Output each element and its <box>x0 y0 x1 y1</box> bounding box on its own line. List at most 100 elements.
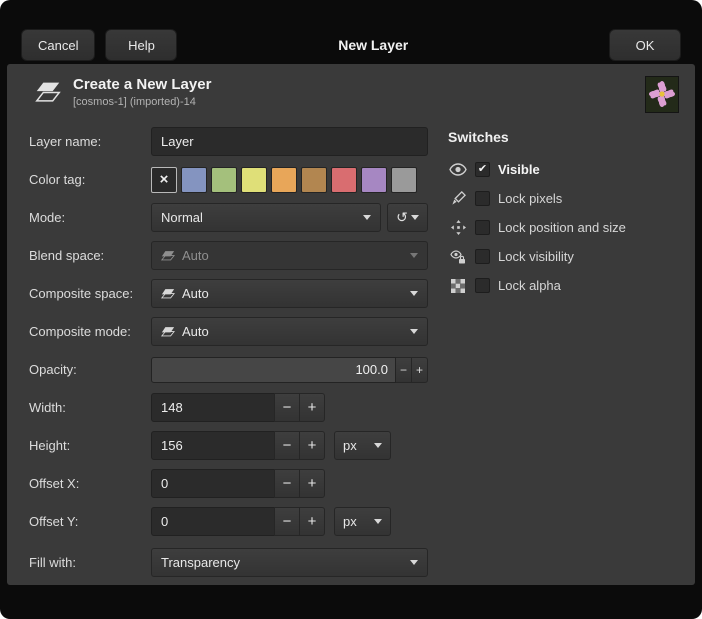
offset-y-input[interactable] <box>151 507 275 536</box>
switch-visible: ✔ Visible <box>448 155 679 184</box>
opacity-value: 100.0 <box>355 362 388 377</box>
lock-position-checkbox[interactable] <box>475 220 490 235</box>
chevron-down-icon <box>410 560 418 565</box>
offset-x-input[interactable] <box>151 469 275 498</box>
help-button[interactable]: Help <box>105 29 177 61</box>
composite-mode-value: Auto <box>182 324 402 339</box>
color-tag-gray[interactable] <box>391 167 417 193</box>
width-decrement-button[interactable]: − <box>274 393 300 422</box>
offset-unit-select[interactable]: px <box>334 507 391 536</box>
opacity-slider[interactable]: 100.0 <box>151 357 396 383</box>
size-unit-select[interactable]: px <box>334 431 391 460</box>
color-tag-label: Color tag: <box>29 172 151 187</box>
dialog-header: Create a New Layer [cosmos-1] (imported)… <box>29 76 679 113</box>
fill-with-row: Fill with: Transparency <box>29 548 430 577</box>
chevron-down-icon <box>363 215 371 220</box>
layer-form: Layer name: Color tag: × <box>29 127 430 586</box>
lock-pixels-checkbox[interactable] <box>475 191 490 206</box>
header-text: Create a New Layer [cosmos-1] (imported)… <box>73 76 211 108</box>
color-tag-red[interactable] <box>331 167 357 193</box>
color-tag-brown[interactable] <box>301 167 327 193</box>
ok-button[interactable]: OK <box>609 29 681 61</box>
layer-mini-icon <box>161 250 175 261</box>
fill-with-select[interactable]: Transparency <box>151 548 428 577</box>
offset-y-increment-button[interactable]: + <box>299 507 325 536</box>
dialog-title: New Layer <box>177 37 609 53</box>
layer-mini-icon <box>161 326 175 337</box>
reset-icon: ↺ <box>396 209 408 226</box>
color-tag-none[interactable]: × <box>151 167 177 193</box>
switches-panel: Switches ✔ Visible <box>448 127 679 586</box>
layers-icon <box>33 80 63 109</box>
blend-space-row: Blend space: Auto <box>29 241 430 270</box>
new-layer-dialog: Cancel Help New Layer OK Create a New La… <box>0 0 702 619</box>
chevron-down-icon <box>410 329 418 334</box>
offset-x-decrement-button[interactable]: − <box>274 469 300 498</box>
visible-checkbox[interactable]: ✔ <box>475 162 490 177</box>
height-decrement-button[interactable]: − <box>274 431 300 460</box>
composite-mode-label: Composite mode: <box>29 324 151 339</box>
switch-lock-position: Lock position and size <box>448 213 679 242</box>
image-thumbnail <box>645 76 679 113</box>
visible-label: Visible <box>498 162 540 177</box>
switch-lock-visibility: Lock visibility <box>448 242 679 271</box>
blend-space-label: Blend space: <box>29 248 151 263</box>
switch-lock-alpha: Lock alpha <box>448 271 679 300</box>
lock-alpha-checkbox[interactable] <box>475 278 490 293</box>
composite-space-select[interactable]: Auto <box>151 279 428 308</box>
opacity-decrement-button[interactable]: − <box>395 357 412 383</box>
offset-y-decrement-button[interactable]: − <box>274 507 300 536</box>
composite-mode-select[interactable]: Auto <box>151 317 428 346</box>
color-tag-row: Color tag: × <box>29 165 430 194</box>
chevron-down-icon <box>411 215 419 220</box>
height-row: Height: − + px <box>29 431 430 460</box>
width-row: Width: − + <box>29 393 430 422</box>
chevron-down-icon <box>410 291 418 296</box>
chevron-down-icon <box>410 253 418 258</box>
color-tag-orange[interactable] <box>271 167 297 193</box>
lock-visibility-label: Lock visibility <box>498 249 574 264</box>
chevron-down-icon <box>374 519 382 524</box>
layer-name-label: Layer name: <box>29 134 151 149</box>
eye-lock-icon <box>448 250 468 264</box>
header-subtitle: [cosmos-1] (imported)-14 <box>73 96 211 108</box>
size-unit-value: px <box>343 438 366 453</box>
opacity-increment-button[interactable]: + <box>411 357 428 383</box>
height-increment-button[interactable]: + <box>299 431 325 460</box>
opacity-row: Opacity: 100.0 − + <box>29 355 430 384</box>
composite-mode-row: Composite mode: Auto <box>29 317 430 346</box>
width-increment-button[interactable]: + <box>299 393 325 422</box>
layer-name-row: Layer name: <box>29 127 430 156</box>
blend-space-value: Auto <box>182 248 402 263</box>
color-tag-violet[interactable] <box>361 167 387 193</box>
header-title: Create a New Layer <box>73 76 211 93</box>
offset-x-increment-button[interactable]: + <box>299 469 325 498</box>
width-label: Width: <box>29 400 151 415</box>
width-input[interactable] <box>151 393 275 422</box>
mode-select[interactable]: Normal <box>151 203 381 232</box>
color-tag-green[interactable] <box>211 167 237 193</box>
mode-row: Mode: Normal ↺ <box>29 203 430 232</box>
mode-legacy-switch-button[interactable]: ↺ <box>387 203 428 232</box>
composite-space-label: Composite space: <box>29 286 151 301</box>
blend-space-select: Auto <box>151 241 428 270</box>
height-input[interactable] <box>151 431 275 460</box>
fill-with-value: Transparency <box>161 555 402 570</box>
cancel-button[interactable]: Cancel <box>21 29 95 61</box>
color-tag-swatches: × <box>151 167 417 193</box>
paintbrush-icon <box>448 191 468 206</box>
layer-mini-icon <box>161 288 175 299</box>
move-lock-icon <box>448 220 468 235</box>
mode-label: Mode: <box>29 210 151 225</box>
dialog-body: Layer name: Color tag: × <box>29 127 679 586</box>
lock-pixels-label: Lock pixels <box>498 191 562 206</box>
offset-unit-value: px <box>343 514 366 529</box>
color-tag-blue[interactable] <box>181 167 207 193</box>
layer-name-input[interactable] <box>151 127 428 156</box>
height-label: Height: <box>29 438 151 453</box>
mode-value: Normal <box>161 210 355 225</box>
color-tag-yellow[interactable] <box>241 167 267 193</box>
offset-y-label: Offset Y: <box>29 514 151 529</box>
lock-visibility-checkbox[interactable] <box>475 249 490 264</box>
lock-alpha-label: Lock alpha <box>498 278 561 293</box>
